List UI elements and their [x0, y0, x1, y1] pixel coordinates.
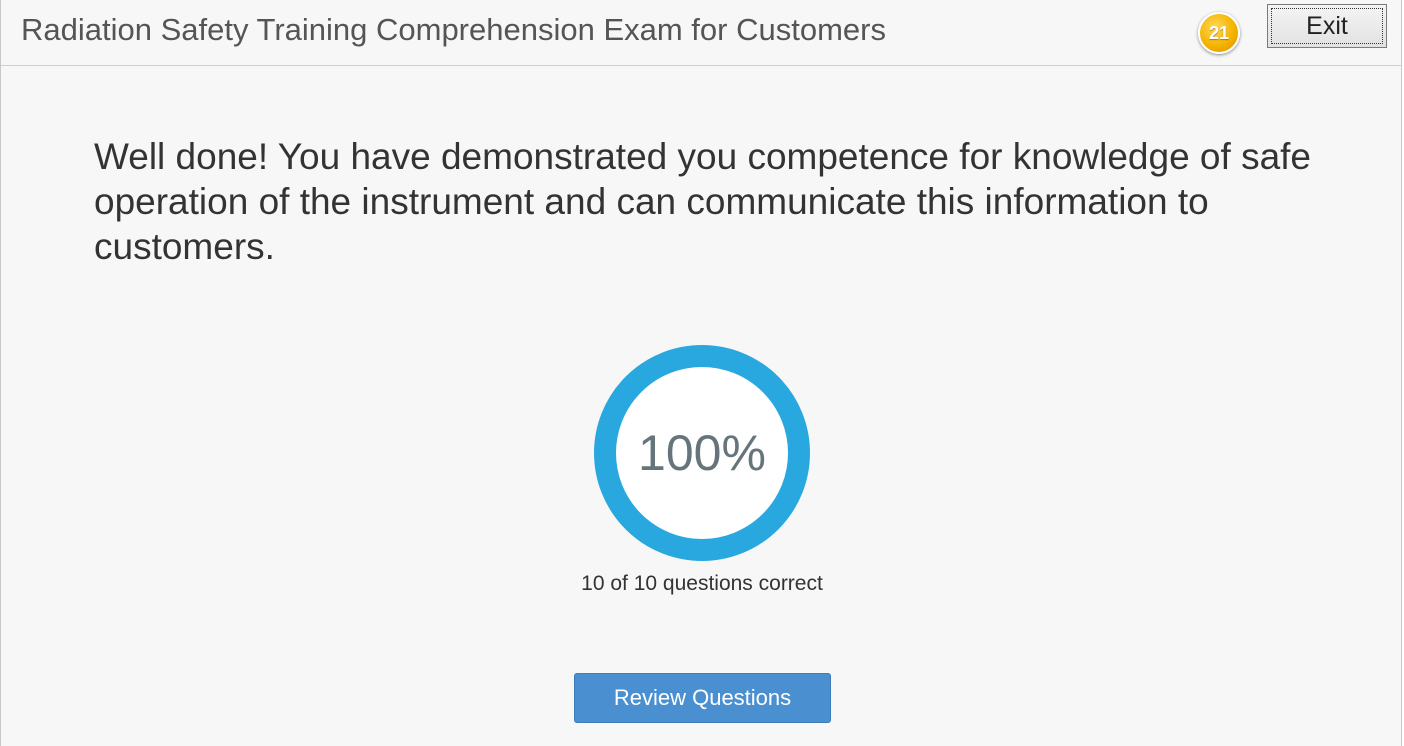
- exam-window: Radiation Safety Training Comprehension …: [0, 0, 1402, 746]
- exit-button[interactable]: Exit: [1267, 4, 1387, 48]
- review-questions-button[interactable]: Review Questions: [574, 673, 831, 723]
- numbered-circle-icon: 21: [1198, 12, 1240, 54]
- score-percent: 100%: [638, 425, 766, 481]
- title-bar: Radiation Safety Training Comprehension …: [1, 0, 1401, 66]
- score-summary: 10 of 10 questions correct: [581, 572, 823, 595]
- result-message: Well done! You have demonstrated you com…: [94, 136, 1312, 267]
- page-title: Radiation Safety Training Comprehension …: [21, 12, 886, 47]
